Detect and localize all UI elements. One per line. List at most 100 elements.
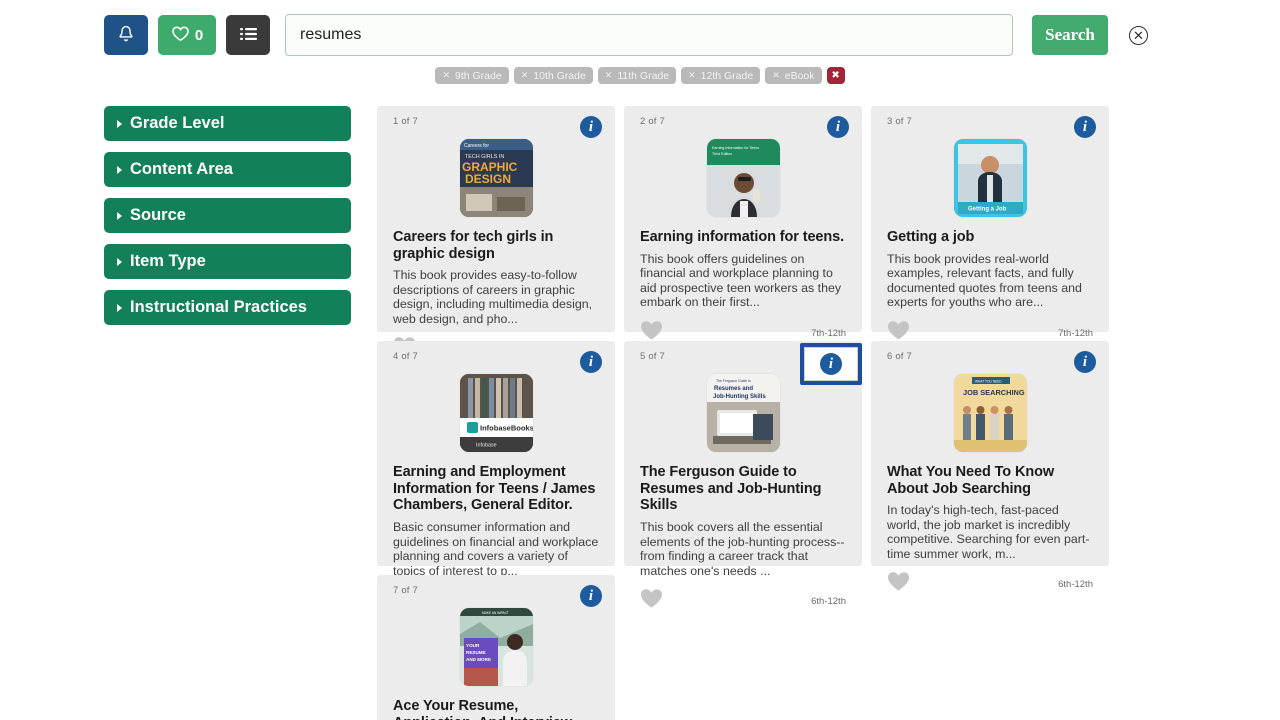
result-description: In today's high-tech, fast-paced world, … — [887, 503, 1090, 561]
filter-chip-label: 11th Grade — [617, 69, 670, 82]
result-card[interactable]: 1 of 7 i Careers for TECH GIRLS IN GRAPH… — [377, 106, 615, 356]
info-icon: i — [1082, 118, 1088, 135]
svg-text:WHAT YOU NEED: WHAT YOU NEED — [975, 379, 1002, 383]
list-view-button[interactable] — [226, 15, 270, 55]
svg-text:Earning Information for Teens: Earning Information for Teens — [712, 146, 759, 150]
result-title: What You Need To Know About Job Searchin… — [887, 464, 1055, 497]
info-icon: i — [1082, 353, 1088, 370]
info-button[interactable]: i — [827, 116, 849, 138]
result-card[interactable]: 2 of 7 i Earning Information for Teens T… — [624, 106, 862, 340]
result-index: 2 of 7 — [640, 116, 665, 127]
search-button[interactable]: Search — [1032, 15, 1108, 55]
remove-filter-icon: ✕ — [604, 70, 613, 80]
result-description: This book covers all the essential eleme… — [640, 520, 845, 578]
book-cover-image: Getting a Job — [953, 139, 1027, 217]
svg-text:Resumes and: Resumes and — [714, 386, 753, 392]
remove-filter-icon: ✕ — [442, 70, 450, 80]
svg-text:RESUME: RESUME — [466, 650, 486, 655]
book-cover-image: Careers for TECH GIRLS IN GRAPHIC DESIGN — [459, 139, 533, 217]
bell-icon — [118, 25, 134, 46]
book-cover-image: WHAT YOU NEED JOB SEARCHING — [953, 374, 1027, 452]
facet-instructional-practices[interactable]: Instructional Practices — [104, 290, 351, 325]
result-card[interactable]: 5 of 7 i The Ferguson Guide to Resumes a… — [624, 341, 862, 608]
result-index: 3 of 7 — [887, 116, 912, 127]
svg-text:JOB SEARCHING: JOB SEARCHING — [963, 388, 1025, 397]
remove-filter-icon: ✕ — [772, 70, 780, 80]
chevron-right-icon — [117, 165, 122, 174]
svg-text:Job-Hunting Skills: Job-Hunting Skills — [713, 394, 766, 400]
info-button[interactable]: i — [1074, 351, 1096, 373]
facet-label: Source — [130, 206, 186, 224]
result-description: Basic consumer information and guideline… — [393, 520, 599, 578]
result-card[interactable]: 3 of 7 i Getting a Job Getting a job Thi… — [871, 106, 1109, 340]
card-footer: 6th-12th — [640, 578, 846, 617]
result-title: Careers for tech girls in graphic design — [393, 229, 554, 262]
grade-range: 7th-12th — [811, 327, 846, 339]
facet-grade-level[interactable]: Grade Level — [104, 106, 351, 141]
filter-chip[interactable]: ✕ 12th Grade — [681, 67, 761, 84]
facet-label: Content Area — [130, 160, 233, 178]
book-cover-image: Earning Information for Teens Third Edit… — [706, 139, 780, 217]
result-description: This book provides easy-to-follow descri… — [393, 268, 593, 326]
result-card[interactable]: 6 of 7 i WHAT YOU NEED JOB SEARCHING Wha… — [871, 341, 1109, 591]
facet-item-type[interactable]: Item Type — [104, 244, 351, 279]
grade-range: 6th-12th — [1058, 579, 1093, 591]
info-button[interactable]: i — [1074, 116, 1096, 138]
grade-range: 7th-12th — [1058, 327, 1093, 339]
heart-icon — [888, 572, 909, 591]
info-button[interactable]: i — [580, 351, 602, 373]
active-filter-chips: ✕ 9th Grade ✕ 10th Grade ✕ 11th Grade ✕ … — [0, 67, 1280, 84]
cover-image-wrap: Getting a Job — [887, 139, 1093, 217]
notifications-button[interactable] — [104, 15, 148, 55]
result-title: Earning and Employment Information for T… — [393, 464, 596, 514]
favorites-count: 0 — [194, 26, 204, 44]
info-button[interactable]: i — [800, 343, 862, 385]
facet-label: Grade Level — [130, 114, 225, 132]
result-title: Ace Your Resume, Application, And Interv… — [393, 698, 572, 720]
filter-chip[interactable]: ✕ 9th Grade — [435, 67, 509, 84]
cover-image-wrap: Earning Information for Teens Third Edit… — [640, 139, 846, 217]
info-button[interactable]: i — [580, 116, 602, 138]
chevron-right-icon — [117, 257, 122, 266]
svg-text:AND MORE: AND MORE — [466, 657, 491, 662]
book-cover-image: MAKE AN IMPACT YOUR RESUME AND MORE — [459, 608, 533, 686]
grade-range: 6th-12th — [811, 596, 846, 608]
search-input[interactable] — [285, 14, 1013, 56]
chevron-right-icon — [117, 211, 122, 220]
result-card[interactable]: 7 of 7 i MAKE AN IMPACT YOUR RESUME AND … — [377, 575, 615, 720]
svg-text:Infobase: Infobase — [476, 443, 497, 449]
svg-text:The Ferguson Guide to: The Ferguson Guide to — [716, 379, 751, 383]
clear-search-icon[interactable]: ✕ — [1129, 25, 1148, 45]
result-title: Earning information for teens. — [640, 229, 845, 245]
heart-icon — [641, 320, 662, 340]
cover-image-wrap: InfobaseBooks Infobase — [393, 374, 599, 452]
clear-all-filters-button[interactable]: ✖ — [826, 67, 845, 84]
remove-filter-icon: ✕ — [688, 70, 696, 80]
filter-chip[interactable]: ✕ 11th Grade — [597, 67, 677, 84]
result-title: The Ferguson Guide to Resumes and Job-Hu… — [640, 464, 822, 514]
favorite-toggle-button[interactable] — [640, 588, 663, 609]
info-icon: i — [588, 353, 594, 370]
facet-content-area[interactable]: Content Area — [104, 152, 351, 187]
cover-image-wrap: The Ferguson Guide to Resumes and Job-Hu… — [640, 374, 846, 452]
filter-chip-label: 12th Grade — [700, 69, 754, 82]
favorite-toggle-button[interactable] — [887, 571, 910, 592]
remove-filter-icon: ✕ — [520, 70, 529, 80]
favorites-button[interactable]: 0 — [158, 15, 216, 55]
favorite-toggle-button[interactable] — [887, 320, 910, 341]
svg-text:Getting a Job: Getting a Job — [968, 207, 1007, 213]
heart-icon — [171, 25, 190, 45]
cover-image-wrap: MAKE AN IMPACT YOUR RESUME AND MORE — [393, 608, 599, 686]
facet-label: Instructional Practices — [130, 298, 307, 316]
facet-source[interactable]: Source — [104, 198, 351, 233]
filter-chip[interactable]: ✕ eBook — [765, 67, 822, 84]
chevron-right-icon — [117, 303, 122, 312]
favorite-toggle-button[interactable] — [640, 320, 663, 341]
book-cover-image: InfobaseBooks Infobase — [459, 374, 533, 452]
info-icon: i — [835, 118, 841, 135]
filter-chip-label: 9th Grade — [455, 69, 502, 82]
svg-text:YOUR: YOUR — [466, 643, 480, 648]
filter-chip[interactable]: ✕ 10th Grade — [513, 67, 593, 84]
info-button[interactable]: i — [580, 585, 602, 607]
result-card[interactable]: 4 of 7 i InfobaseBooks Infobase Earning … — [377, 341, 615, 608]
